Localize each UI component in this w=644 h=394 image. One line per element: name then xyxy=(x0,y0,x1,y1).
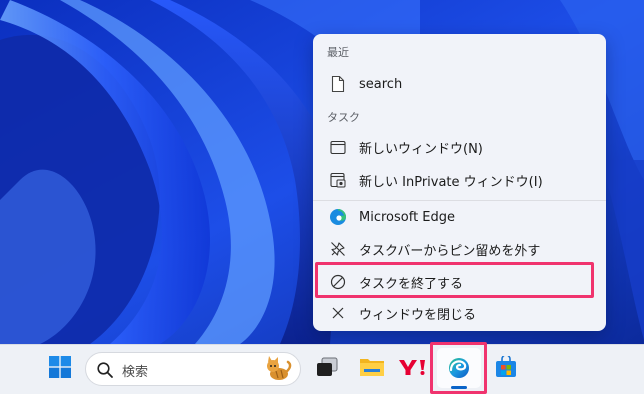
task-new-inprivate-window[interactable]: 新しい InPrivate ウィンドウ(I) xyxy=(318,165,601,195)
file-explorer-icon xyxy=(359,356,385,382)
unpin-icon xyxy=(328,239,348,259)
start-button[interactable] xyxy=(41,350,79,388)
yahoo-button[interactable] xyxy=(394,350,432,388)
app-item-close-window[interactable]: ウィンドウを閉じる xyxy=(318,298,601,328)
app-label: ウィンドウを閉じる xyxy=(359,307,477,323)
edge-icon xyxy=(328,207,348,227)
app-item-unpin[interactable]: タスクバーからピン留めを外す xyxy=(318,234,601,264)
window-icon xyxy=(328,137,348,157)
task-view-icon xyxy=(316,357,338,381)
microsoft-store-button[interactable] xyxy=(487,350,525,388)
inprivate-window-icon xyxy=(328,170,348,190)
recent-heading: 最近 xyxy=(327,46,349,59)
app-item-microsoft-edge[interactable]: Microsoft Edge xyxy=(318,202,601,232)
app-label: タスクバーからピン留めを外す xyxy=(359,243,541,259)
search-placeholder: 検索 xyxy=(122,365,149,380)
document-icon xyxy=(328,74,348,94)
task-label: 新しいウィンドウ(N) xyxy=(359,141,483,157)
end-task-highlight-box xyxy=(315,262,594,298)
yahoo-icon xyxy=(398,358,428,380)
edge-highlight-box xyxy=(430,342,487,394)
recent-item-label: search xyxy=(359,76,403,92)
start-icon xyxy=(49,356,71,382)
task-new-window[interactable]: 新しいウィンドウ(N) xyxy=(318,132,601,162)
taskbar-search-box[interactable]: 検索 xyxy=(85,352,301,386)
file-explorer-button[interactable] xyxy=(353,350,391,388)
close-icon xyxy=(328,303,348,323)
taskbar: 検索 xyxy=(0,344,644,394)
search-highlight-cat-icon xyxy=(264,356,292,382)
tasks-heading: タスク xyxy=(327,111,360,124)
app-label: Microsoft Edge xyxy=(359,209,456,225)
recent-item-search[interactable]: search xyxy=(318,69,601,99)
menu-divider xyxy=(313,200,606,201)
task-label: 新しい InPrivate ウィンドウ(I) xyxy=(359,174,543,190)
task-view-button[interactable] xyxy=(308,350,346,388)
store-icon xyxy=(495,354,517,382)
search-icon xyxy=(96,361,114,379)
